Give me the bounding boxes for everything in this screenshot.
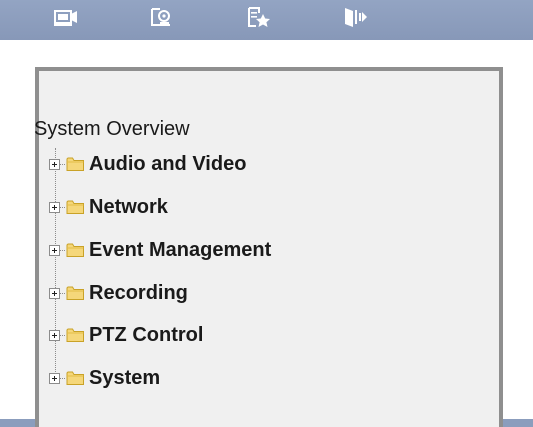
favorites-icon	[248, 7, 270, 27]
playback-button[interactable]	[148, 4, 176, 30]
tree-item-label: Recording	[89, 281, 188, 304]
tree-item-audio-and-video[interactable]: Audio and Video	[49, 150, 246, 178]
folder-icon	[66, 370, 85, 386]
folder-icon	[66, 327, 85, 343]
live-view-camera-icon	[54, 10, 77, 26]
logout-icon	[345, 8, 367, 27]
folder-icon	[66, 285, 85, 301]
expand-plus-icon[interactable]	[49, 244, 60, 256]
expand-plus-icon[interactable]	[49, 329, 60, 341]
tree-branch-line	[60, 163, 65, 165]
tree-item-recording[interactable]: Recording	[49, 279, 188, 307]
tree-item-label: System	[89, 366, 161, 389]
tree-item-network[interactable]: Network	[49, 193, 168, 221]
left-margin	[0, 67, 35, 419]
tree-item-event-management[interactable]: Event Management	[49, 236, 271, 264]
tree-item-label: Audio and Video	[89, 152, 247, 175]
tree-branch-line	[60, 206, 65, 208]
live-view-camera-button[interactable]	[52, 4, 80, 30]
favorites-button[interactable]	[245, 4, 273, 30]
tree-branch-line	[60, 377, 65, 379]
tree-branch-line	[60, 334, 65, 336]
toolbar-gap	[0, 40, 533, 67]
expand-plus-icon[interactable]	[49, 287, 60, 299]
folder-icon	[66, 156, 85, 172]
tree-item-label: PTZ Control	[89, 323, 204, 346]
right-margin	[503, 67, 533, 419]
folder-icon	[66, 242, 85, 258]
logout-button[interactable]	[341, 4, 369, 30]
folder-icon	[66, 199, 85, 215]
tree-item-ptz-control[interactable]: PTZ Control	[49, 321, 203, 349]
tree-branch-line	[60, 249, 65, 251]
expand-plus-icon[interactable]	[49, 201, 60, 213]
tree-root-system-overview[interactable]: System Overview	[34, 118, 190, 141]
top-toolbar	[0, 0, 533, 40]
tree-branch-line	[60, 292, 65, 294]
tree-item-system[interactable]: System	[49, 364, 160, 392]
tree-item-label: Event Management	[89, 238, 272, 261]
playback-icon	[151, 8, 170, 26]
expand-plus-icon[interactable]	[49, 372, 60, 384]
expand-plus-icon[interactable]	[49, 158, 60, 170]
tree-item-label: Network	[89, 195, 168, 218]
